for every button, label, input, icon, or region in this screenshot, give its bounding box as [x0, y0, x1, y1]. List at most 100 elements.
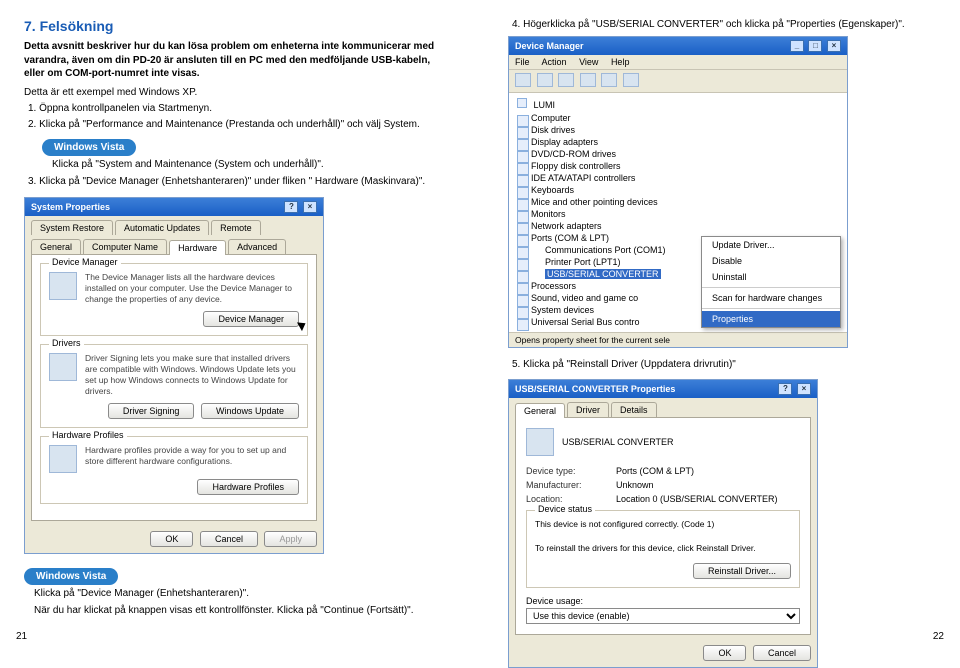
toolbar-icon[interactable] — [515, 73, 531, 87]
hw-profiles-icon — [49, 445, 77, 473]
tab-remote[interactable]: Remote — [211, 220, 261, 235]
tab-computer-name[interactable]: Computer Name — [83, 239, 167, 254]
tab-driver[interactable]: Driver — [567, 402, 609, 417]
menu-view[interactable]: View — [579, 57, 598, 67]
status-line1: This device is not configured correctly.… — [535, 519, 791, 531]
close-icon[interactable]: × — [303, 201, 317, 213]
props-footer: OK Cancel — [509, 641, 817, 667]
group-title-dm: Device Manager — [49, 257, 121, 267]
menu-file[interactable]: File — [515, 57, 530, 67]
reinstall-driver-button[interactable]: Reinstall Driver... — [693, 563, 791, 579]
step-4: 4. Högerklicka på "USB/SERIAL CONVERTER"… — [512, 18, 936, 32]
example-note: Detta är ett exempel med Windows XP. — [24, 87, 452, 98]
dev-item[interactable]: Disk drives — [515, 124, 695, 136]
cancel-button[interactable]: Cancel — [200, 531, 258, 547]
toolbar-icon[interactable] — [623, 73, 639, 87]
tab-system-restore[interactable]: System Restore — [31, 220, 113, 235]
dev-item[interactable]: Network adapters — [515, 220, 695, 232]
tab-advanced[interactable]: Advanced — [228, 239, 286, 254]
ctx-properties[interactable]: Properties — [702, 311, 840, 327]
minimize-icon[interactable]: _ — [790, 40, 804, 52]
device-usage-select[interactable]: Use this device (enable) — [526, 608, 800, 624]
props-window-buttons: ? × — [776, 383, 811, 395]
tab-details[interactable]: Details — [611, 402, 657, 417]
menu-action[interactable]: Action — [542, 57, 567, 67]
steps-list-right-2: 5. Klicka på "Reinstall Driver (Uppdater… — [512, 358, 936, 372]
computer-icon — [517, 98, 527, 108]
cancel-button[interactable]: Cancel — [753, 645, 811, 661]
ctx-scan[interactable]: Scan for hardware changes — [702, 290, 840, 306]
window-title: System Properties — [31, 202, 110, 212]
toolbar-icon[interactable] — [601, 73, 617, 87]
group-drivers: Drivers Driver Signing lets you make sur… — [40, 344, 308, 428]
hardware-tab-body: Device Manager The Device Manager lists … — [31, 254, 317, 521]
dev-item[interactable]: Universal Serial Bus contro — [515, 316, 695, 328]
close-icon[interactable]: × — [827, 40, 841, 52]
ok-button[interactable]: OK — [703, 645, 746, 661]
hardware-profiles-button[interactable]: Hardware Profiles — [197, 479, 299, 495]
dev-item[interactable]: Computer — [515, 112, 695, 124]
usb-serial-properties-window: USB/SERIAL CONVERTER Properties ? × Gene… — [508, 379, 818, 668]
apply-button[interactable]: Apply — [264, 531, 317, 547]
tab-general[interactable]: General — [515, 403, 565, 418]
device-manager-button[interactable]: Device Manager — [203, 311, 299, 327]
windows-update-button[interactable]: Windows Update — [201, 403, 299, 419]
windows-vista-pill: Windows Vista — [42, 139, 136, 156]
toolbar-icon[interactable] — [558, 73, 574, 87]
tabs-row-2: General Computer Name Hardware Advanced — [25, 235, 323, 254]
lab-loc: Location: — [526, 494, 616, 504]
dev-subitem[interactable]: Printer Port (LPT1) — [515, 256, 695, 268]
menu-help[interactable]: Help — [611, 57, 630, 67]
vista-continue-text: När du har klickat på knappen visas ett … — [34, 604, 452, 618]
dev-item[interactable]: Keyboards — [515, 184, 695, 196]
dm-statusbar: Opens property sheet for the current sel… — [509, 332, 847, 347]
steps-list-right: 4. Högerklicka på "USB/SERIAL CONVERTER"… — [512, 18, 936, 32]
page-number-right: 22 — [933, 631, 944, 642]
left-column: 7. Felsökning Detta avsnitt beskriver hu… — [0, 0, 480, 646]
driver-signing-button[interactable]: Driver Signing — [108, 403, 195, 419]
selected-device: USB/SERIAL CONVERTER — [545, 269, 661, 279]
usage-label: Device usage: — [526, 596, 800, 606]
ok-button[interactable]: OK — [150, 531, 193, 547]
dev-item[interactable]: Sound, video and game co — [515, 292, 695, 304]
dev-item[interactable]: Monitors — [515, 208, 695, 220]
step-2: 2. Klicka på "Performance and Maintenanc… — [28, 118, 452, 132]
dm-toolbar — [509, 70, 847, 93]
tab-general[interactable]: General — [31, 239, 81, 254]
tree-root[interactable]: LUMI — [515, 97, 695, 112]
help-icon[interactable]: ? — [778, 383, 792, 395]
help-icon[interactable]: ? — [284, 201, 298, 213]
dev-item[interactable]: System devices — [515, 304, 695, 316]
dev-item[interactable]: IDE ATA/ATAPI controllers — [515, 172, 695, 184]
dev-item[interactable]: Display adapters — [515, 136, 695, 148]
windows-vista-pill-bottom: Windows Vista — [24, 568, 118, 585]
tab-hardware[interactable]: Hardware — [169, 240, 226, 255]
lab-mfr: Manufacturer: — [526, 480, 616, 490]
props-body: USB/SERIAL CONVERTER Device type:Ports (… — [515, 417, 811, 635]
ctx-update-driver[interactable]: Update Driver... — [702, 237, 840, 253]
dev-subitem[interactable]: Communications Port (COM1) — [515, 244, 695, 256]
tab-auto-updates[interactable]: Automatic Updates — [115, 220, 209, 235]
ctx-uninstall[interactable]: Uninstall — [702, 269, 840, 285]
root-label: LUMI — [534, 100, 556, 110]
close-icon[interactable]: × — [797, 383, 811, 395]
dev-item[interactable]: Floppy disk controllers — [515, 160, 695, 172]
maximize-icon[interactable]: □ — [808, 40, 822, 52]
system-properties-window: System Properties ? × System Restore Aut… — [24, 197, 324, 554]
props-title: USB/SERIAL CONVERTER Properties — [515, 384, 675, 394]
intro-text: Detta avsnitt beskriver hur du kan lösa … — [24, 40, 452, 81]
dev-usb-serial[interactable]: USB/SERIAL CONVERTER — [515, 268, 695, 280]
dm-window-buttons: _ □ × — [788, 40, 841, 52]
steps-list-left-2: 3. Klicka på "Device Manager (Enhetshant… — [28, 175, 452, 189]
dev-item[interactable]: Ports (COM & LPT) — [515, 232, 695, 244]
toolbar-icon[interactable] — [537, 73, 553, 87]
tabs-row-1: System Restore Automatic Updates Remote — [25, 216, 323, 235]
toolbar-icon[interactable] — [580, 73, 596, 87]
dev-item[interactable]: DVD/CD-ROM drives — [515, 148, 695, 160]
ctx-disable[interactable]: Disable — [702, 253, 840, 269]
drivers-desc: Driver Signing lets you make sure that i… — [85, 353, 299, 397]
dm-desc: The Device Manager lists all the hardwar… — [85, 272, 299, 305]
dev-item[interactable]: Mice and other pointing devices — [515, 196, 695, 208]
status-line2: To reinstall the drivers for this device… — [535, 543, 791, 555]
dev-item[interactable]: Processors — [515, 280, 695, 292]
